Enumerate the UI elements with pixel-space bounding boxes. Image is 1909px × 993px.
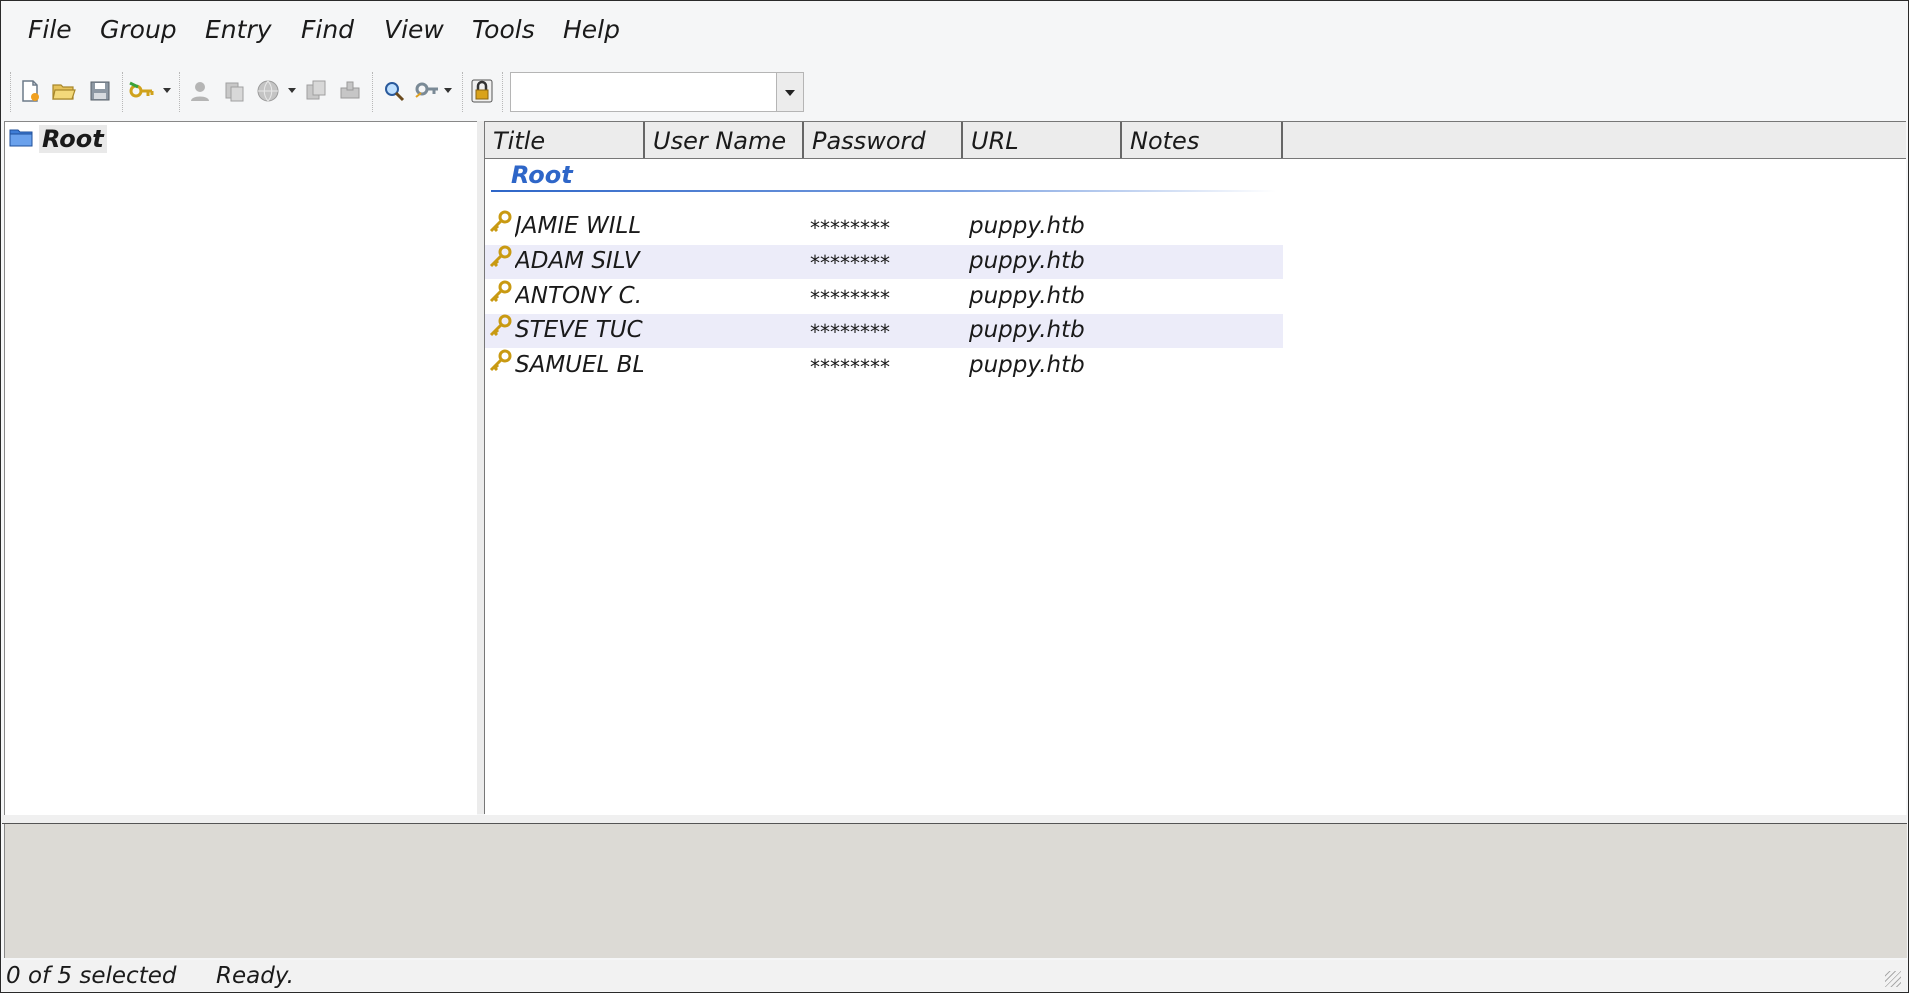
horizontal-splitter[interactable] (2, 815, 1907, 824)
table-row[interactable]: SAMUEL BL ******** puppy.htb (485, 349, 1283, 383)
entry-title: STEVE TUC (515, 317, 643, 343)
password-generator-icon[interactable] (414, 77, 442, 105)
toolbar-separator (502, 72, 504, 112)
entry-detail-pane (4, 824, 1907, 958)
entry-password: ******** (810, 355, 890, 379)
new-database-icon[interactable] (16, 77, 44, 105)
copy-password-icon (220, 77, 248, 105)
folder-icon (9, 127, 33, 151)
column-header-password[interactable]: Password (804, 122, 963, 158)
entry-url: puppy.htb (969, 352, 1085, 378)
column-headers: Title User Name Password URL Notes (485, 122, 1906, 159)
key-icon (488, 314, 514, 340)
entry-title: JAMIE WILL (515, 213, 642, 239)
entry-title: ADAM SILV (515, 248, 640, 274)
column-header-notes[interactable]: Notes (1122, 122, 1283, 158)
group-header-label: Root (511, 161, 573, 189)
quick-search-dropdown-button[interactable] (776, 73, 803, 111)
menu-help[interactable]: Help (563, 15, 620, 44)
key-icon (488, 245, 514, 271)
toolbar-separator (122, 72, 124, 112)
menu-bar: File Group Entry Find View Tools Help (2, 2, 1907, 56)
entry-password: ******** (810, 286, 890, 310)
resize-grip-icon[interactable] (1885, 971, 1901, 987)
key-icon (488, 280, 514, 306)
find-icon[interactable] (380, 77, 408, 105)
table-row[interactable]: ADAM SILV ******** puppy.htb (485, 245, 1283, 279)
save-database-icon[interactable] (86, 77, 114, 105)
toolbar (2, 62, 1907, 122)
menu-find[interactable]: Find (301, 15, 354, 44)
copy-entry-icon (302, 77, 330, 105)
quick-search-input[interactable] (513, 75, 769, 111)
menu-file[interactable]: File (28, 15, 72, 44)
add-entry-icon[interactable] (128, 77, 156, 105)
entry-url: puppy.htb (969, 248, 1085, 274)
group-header-divider (491, 190, 1276, 192)
entry-password: ******** (810, 216, 890, 240)
status-selection-count: 0 of 5 selected (6, 963, 177, 989)
entry-title: SAMUEL BL (515, 352, 643, 378)
open-url-dropdown-arrow (288, 88, 296, 93)
entry-title: ANTONY C. (515, 283, 643, 309)
group-tree[interactable]: Root (4, 121, 477, 815)
entry-url: puppy.htb (969, 283, 1085, 309)
entry-password: ******** (810, 251, 890, 275)
entry-list[interactable]: Title User Name Password URL Notes Root … (485, 121, 1906, 815)
toolbar-separator (10, 72, 12, 112)
table-row[interactable]: ANTONY C. ******** puppy.htb (485, 280, 1283, 314)
table-row[interactable]: STEVE TUC ******** puppy.htb (485, 314, 1283, 348)
menu-tools[interactable]: Tools (472, 15, 535, 44)
entry-url: puppy.htb (969, 213, 1085, 239)
lock-workspace-icon[interactable] (468, 77, 496, 105)
menu-group[interactable]: Group (100, 15, 177, 44)
toolbar-separator (372, 72, 374, 112)
table-row[interactable]: JAMIE WILL ******** puppy.htb (485, 210, 1283, 244)
tree-item-label: Root (39, 125, 107, 153)
add-entry-dropdown-arrow[interactable] (163, 88, 171, 93)
open-database-icon[interactable] (50, 77, 78, 105)
column-header-title[interactable]: Title (485, 122, 645, 158)
entry-password: ******** (810, 320, 890, 344)
column-header-username[interactable]: User Name (645, 122, 804, 158)
key-icon (488, 349, 514, 375)
tree-item-root[interactable]: Root (9, 125, 107, 153)
toolbar-separator (179, 72, 181, 112)
menu-entry[interactable]: Entry (205, 15, 272, 44)
quick-search-combobox[interactable] (510, 72, 804, 112)
password-generator-dropdown-arrow[interactable] (444, 88, 452, 93)
key-icon (488, 210, 514, 236)
status-message: Ready. (216, 963, 294, 989)
menu-view[interactable]: View (384, 15, 444, 44)
perform-autotype-icon (336, 77, 364, 105)
copy-username-icon (186, 77, 214, 105)
status-bar: 0 of 5 selected Ready. (2, 960, 1907, 991)
entry-url: puppy.htb (969, 317, 1085, 343)
toolbar-separator (462, 72, 464, 112)
open-url-icon (254, 77, 282, 105)
vertical-splitter[interactable] (477, 121, 485, 814)
column-header-url[interactable]: URL (963, 122, 1122, 158)
